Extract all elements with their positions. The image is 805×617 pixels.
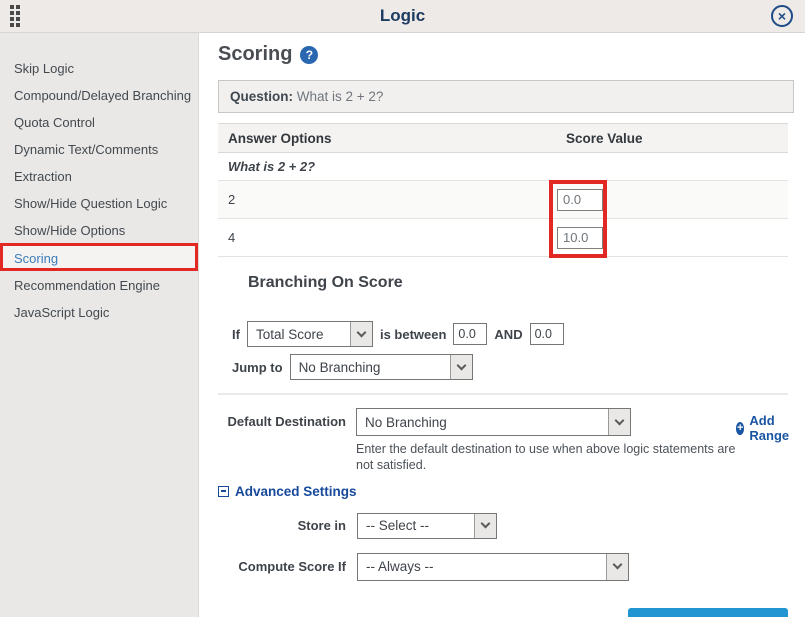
sidebar-item-show-hide-question-logic[interactable]: Show/Hide Question Logic (0, 189, 198, 216)
table-row: 4 (218, 219, 788, 257)
range-to-input[interactable] (530, 323, 564, 345)
column-header-score-value: Score Value (557, 131, 788, 146)
close-icon[interactable]: × (771, 5, 793, 27)
answer-option-label: 4 (218, 230, 557, 245)
chevron-down-icon (474, 514, 496, 538)
range-from-input[interactable] (453, 323, 487, 345)
logic-modal: Logic × Skip Logic Compound/Delayed Bran… (0, 0, 805, 617)
and-label: AND (494, 327, 522, 342)
compute-score-if-label: Compute Score If (218, 559, 346, 574)
section-divider (218, 393, 788, 395)
store-in-label: Store in (218, 518, 346, 533)
score-value-input[interactable] (557, 189, 603, 211)
chevron-down-icon (608, 409, 630, 435)
compute-score-if-select[interactable]: -- Always -- (357, 553, 629, 581)
branching-on-score-title: Branching On Score (248, 274, 794, 292)
modal-title: Logic (0, 6, 805, 26)
is-between-label: is between (380, 327, 446, 342)
score-value-input[interactable] (557, 227, 603, 249)
default-destination-helper-text: Enter the default destination to use whe… (356, 441, 736, 474)
jump-to-select[interactable]: No Branching (290, 354, 473, 380)
page-title: Scoring (218, 43, 292, 66)
default-destination-select[interactable]: No Branching (356, 408, 631, 436)
chevron-down-icon (450, 355, 472, 379)
if-label: If (232, 327, 240, 342)
score-table-header: Answer Options Score Value (218, 123, 788, 153)
sidebar-item-dynamic-text-comments[interactable]: Dynamic Text/Comments (0, 135, 198, 162)
add-range-link[interactable]: + Add Range (736, 408, 794, 443)
table-row: 2 (218, 181, 788, 219)
question-box: Question: What is 2 + 2? (218, 80, 794, 113)
sidebar-item-recommendation-engine[interactable]: Recommendation Engine (0, 271, 198, 298)
column-header-answer-options: Answer Options (218, 131, 557, 146)
jump-to-label: Jump to (232, 360, 283, 375)
sidebar-item-quota-control[interactable]: Quota Control (0, 108, 198, 135)
sidebar-item-skip-logic[interactable]: Skip Logic (0, 54, 198, 81)
sidebar-item-show-hide-options[interactable]: Show/Hide Options (0, 216, 198, 243)
answer-option-label: 2 (218, 192, 557, 207)
collapse-minus-icon (218, 486, 229, 497)
sidebar-item-javascript-logic[interactable]: JavaScript Logic (0, 298, 198, 325)
chevron-down-icon (350, 322, 372, 346)
sidebar-item-compound-delayed-branching[interactable]: Compound/Delayed Branching (0, 81, 198, 108)
score-table: Answer Options Score Value What is 2 + 2… (218, 123, 788, 257)
scoring-panel: Scoring ? Question: What is 2 + 2? Answe… (199, 33, 805, 617)
question-text: What is 2 + 2? (297, 89, 384, 104)
advanced-settings-toggle[interactable]: Advanced Settings (218, 484, 794, 499)
default-destination-label: Default Destination (218, 408, 346, 429)
sidebar-item-scoring[interactable]: Scoring (0, 243, 198, 271)
plus-icon: + (736, 422, 744, 435)
question-group-row: What is 2 + 2? (218, 153, 788, 181)
score-source-select[interactable]: Total Score (247, 321, 373, 347)
help-icon[interactable]: ? (300, 46, 318, 64)
sidebar-item-extraction[interactable]: Extraction (0, 162, 198, 189)
chevron-down-icon (606, 554, 628, 580)
logic-sidebar: Skip Logic Compound/Delayed Branching Qu… (0, 33, 199, 617)
save-question-logic-button[interactable]: Save Question Logic (628, 608, 788, 617)
question-label: Question: (230, 89, 293, 104)
store-in-select[interactable]: -- Select -- (357, 513, 497, 539)
advanced-settings-label: Advanced Settings (235, 484, 357, 499)
modal-header: Logic × (0, 0, 805, 33)
